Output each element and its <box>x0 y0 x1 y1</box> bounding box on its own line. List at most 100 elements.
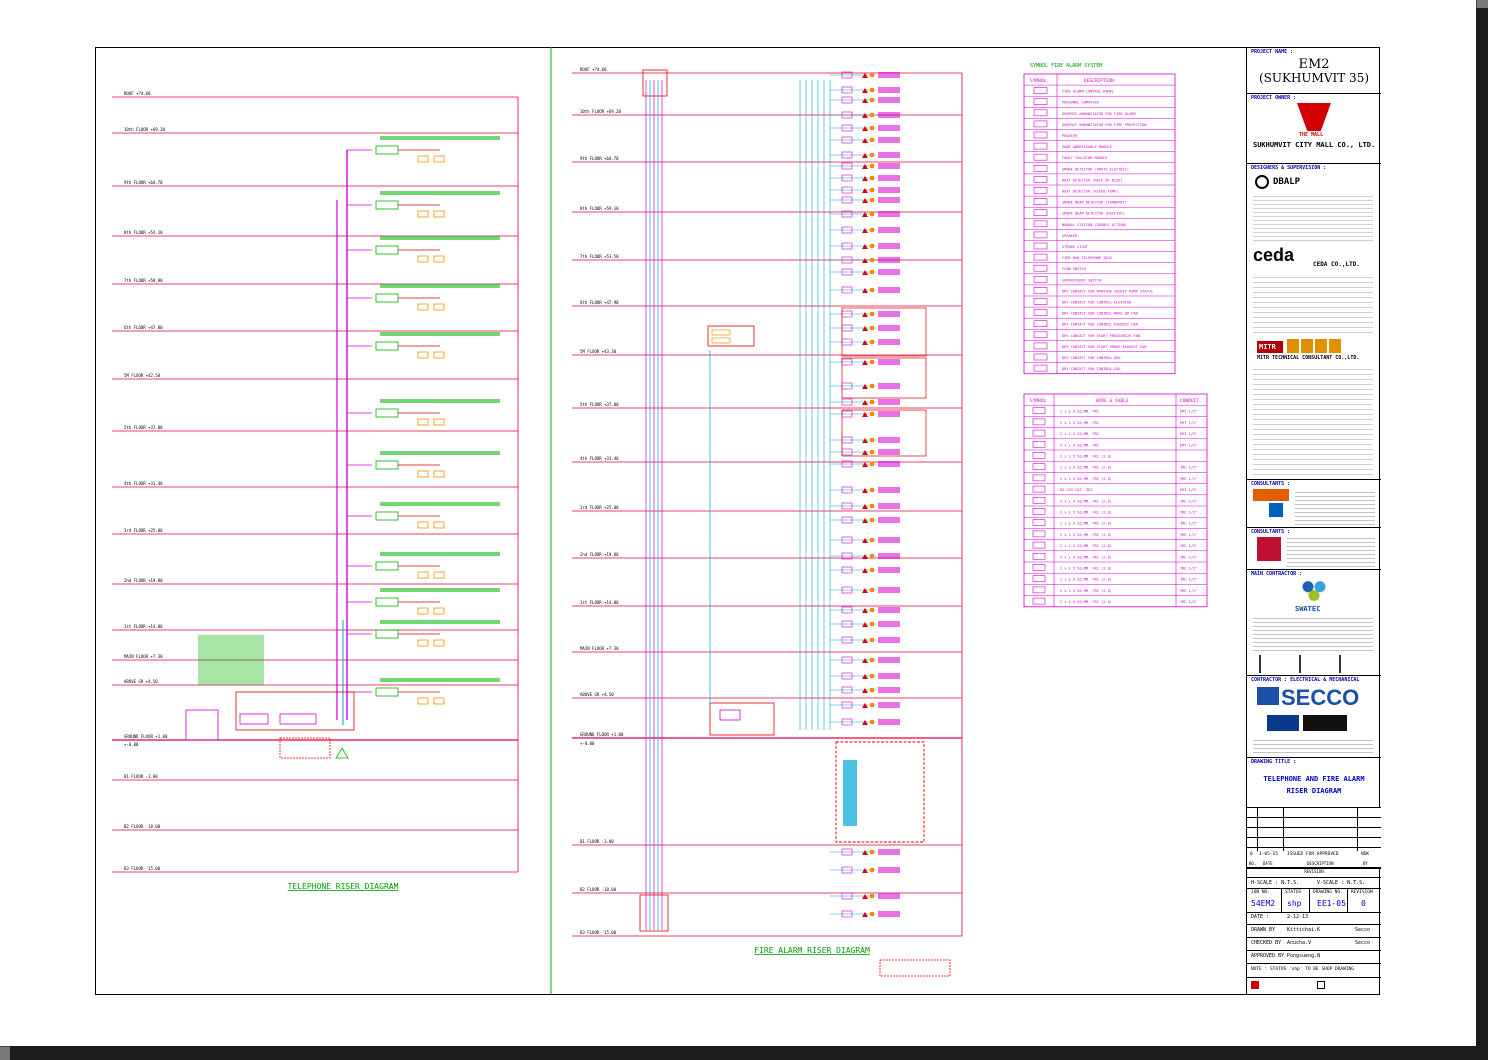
legend-symbol-icon <box>1033 342 1048 350</box>
tb-fineprint-3 <box>1253 365 1373 475</box>
tel-cable-note <box>380 284 500 288</box>
fa-strobe <box>862 138 868 143</box>
telephone-riser <box>185 136 500 759</box>
fa-device <box>870 438 874 442</box>
wire-desc: 2 x 1.5 SQ.MM. FRC (2.0) <box>1060 477 1112 481</box>
tel-terminal-box <box>375 561 399 571</box>
fa-strobe <box>862 912 868 917</box>
legend-item: MANUAL STATION (DOUBLE ACTION) <box>1062 223 1127 227</box>
tb-fineprint-2 <box>1253 273 1373 333</box>
checked-by: Anucha.V <box>1287 940 1312 946</box>
project-owner-label: PROJECT OWNER : <box>1251 95 1297 101</box>
fa-strobe <box>862 720 868 725</box>
wire-symbol-icon <box>1032 418 1046 426</box>
telephone-riser-title: TELEPHONE RISER DIAGRAM <box>288 882 399 891</box>
fa-device <box>870 488 874 492</box>
tel-outlet <box>433 418 445 426</box>
rev-header-by: BY <box>1363 861 1368 866</box>
wire-desc: 2 x 1.5 SQ.MM. FRC (2.0) <box>1060 578 1112 582</box>
tel-terminal-box <box>375 687 399 697</box>
legend-symbol-icon <box>1033 109 1048 117</box>
fa-device <box>870 340 874 344</box>
h-scale: H-SCALE : N.T.S. <box>1251 880 1300 886</box>
fa-device-group <box>878 517 900 523</box>
drawing-title-2: RISER DIAGRAM <box>1286 787 1342 795</box>
tel-terminal-box <box>375 460 399 470</box>
wire-desc: 2 x 1.5 SQ.MM. FRC (2.0) <box>1060 555 1112 559</box>
fa-floor-label: +-0.00 <box>580 741 595 746</box>
tel-outlet <box>417 418 429 426</box>
date: 2-12-13 <box>1287 914 1309 920</box>
tb-divider-8 <box>1247 877 1381 878</box>
fa-device <box>870 412 874 416</box>
fa-device <box>870 98 874 102</box>
tb-divider-14 <box>1247 963 1381 964</box>
wire-desc: 2 x 1.5 SQ.MM. FRC (2.0) <box>1060 567 1112 571</box>
fa-floor-label: MAIN FLOOR +7.30 <box>580 646 619 651</box>
tel-floor-label: ROOF +74.60 <box>124 91 151 96</box>
fa-device-group <box>878 621 900 627</box>
legend-item: DRY CONTACT FOR CONTROL ELEVATOR <box>1062 301 1132 305</box>
fa-device <box>870 400 874 404</box>
fa-strobe <box>862 228 868 233</box>
wire-conduit: IMC 1/2" <box>1180 466 1197 470</box>
fa-device <box>870 674 874 678</box>
tb-fineprint-6 <box>1253 615 1373 651</box>
consultants-label: CONSULTANTS : <box>1251 481 1291 487</box>
wire-desc: 2 x 1.5 SQ.MM. FRC (2.0) <box>1060 589 1112 593</box>
wire-conduit: IMC 1/2" <box>1180 555 1197 559</box>
fa-ground-devices <box>843 760 857 826</box>
legend-item: SPEAKER <box>1062 234 1078 238</box>
fa-strobe <box>862 126 868 131</box>
fa-device-group <box>878 687 900 693</box>
status-note: NOTE : STATUS 'shp' TO BE SHOP DRAWING <box>1251 967 1354 972</box>
fa-device-group <box>878 257 900 263</box>
legend-symbol-icon <box>1033 275 1048 283</box>
fa-device-group <box>878 187 900 193</box>
status: shp <box>1287 899 1302 908</box>
wire-desc: 2 x 1.5 SQ.MM. FRC (2.0) <box>1060 511 1112 515</box>
fa-device-group <box>878 437 900 443</box>
fa-strobe <box>862 73 868 78</box>
fa-device-group <box>878 152 900 158</box>
fa-strobe <box>862 164 868 169</box>
fire-alarm-riser-title: FIRE ALARM RISER DIAGRAM <box>754 946 870 955</box>
fa-device-group <box>878 163 900 169</box>
wire-desc: 2 x 1.5 SQ.MM. FRC (2.0) <box>1060 499 1112 503</box>
date-label: DATE : <box>1251 914 1270 920</box>
fa-floor-label: GROUND FLOOR +1.00 <box>580 732 624 737</box>
fa-strobe <box>862 88 868 93</box>
tb-divider-13 <box>1247 950 1381 951</box>
fa-device <box>870 176 874 180</box>
tel-outlet <box>417 697 429 705</box>
fa-device <box>870 588 874 592</box>
wire-desc: 2 x 1.5 SQ.MM. FRC <box>1060 443 1099 447</box>
wire-conduit: EMT 1/2" <box>1180 488 1197 492</box>
secco-logo-icon <box>1257 687 1279 705</box>
dbalp-logo: DBALP <box>1273 177 1301 187</box>
tel-cable-note <box>380 451 500 455</box>
stamp-icon-2 <box>1317 981 1325 989</box>
telephone-floor-lines: ROOF +74.60 10th FLOOR +69.20 9th FLOOR +6… <box>112 91 519 873</box>
v-scale: V-SCALE : N.T.S. <box>1317 880 1366 886</box>
tel-terminal-box <box>375 145 399 155</box>
fa-device <box>870 138 874 142</box>
wire-conduit: IMC 1/2" <box>1180 578 1197 582</box>
main-contractor-label: MAIN CONTRACTOR : <box>1251 571 1303 577</box>
legend-item: FAULT ISOLATOR MODULE <box>1062 156 1107 160</box>
fa-device-group <box>878 359 900 365</box>
fa-device-group <box>878 849 900 855</box>
fa-device <box>870 658 874 662</box>
the-mall-logo <box>1297 103 1331 131</box>
checked-label: CHECKED BY <box>1251 940 1282 946</box>
legend-item: DRY CONTACT FOR START PRESSURIZE FAN <box>1062 334 1140 338</box>
fa-device-group <box>878 553 900 559</box>
legend-item: PRINTER <box>1062 134 1078 138</box>
wire-symbol-icon <box>1032 440 1046 448</box>
tel-floor-label: 4th FLOOR +31.40 <box>124 481 163 486</box>
tel-floor-label: +-0.00 <box>124 742 139 747</box>
revision-row: 0 1-05-15 ISSUED FOR APPROVED NOK <box>1247 851 1381 860</box>
tel-ground-icon <box>335 747 349 759</box>
tb-divider-11 <box>1247 924 1381 925</box>
tb-divider-15 <box>1247 977 1381 978</box>
